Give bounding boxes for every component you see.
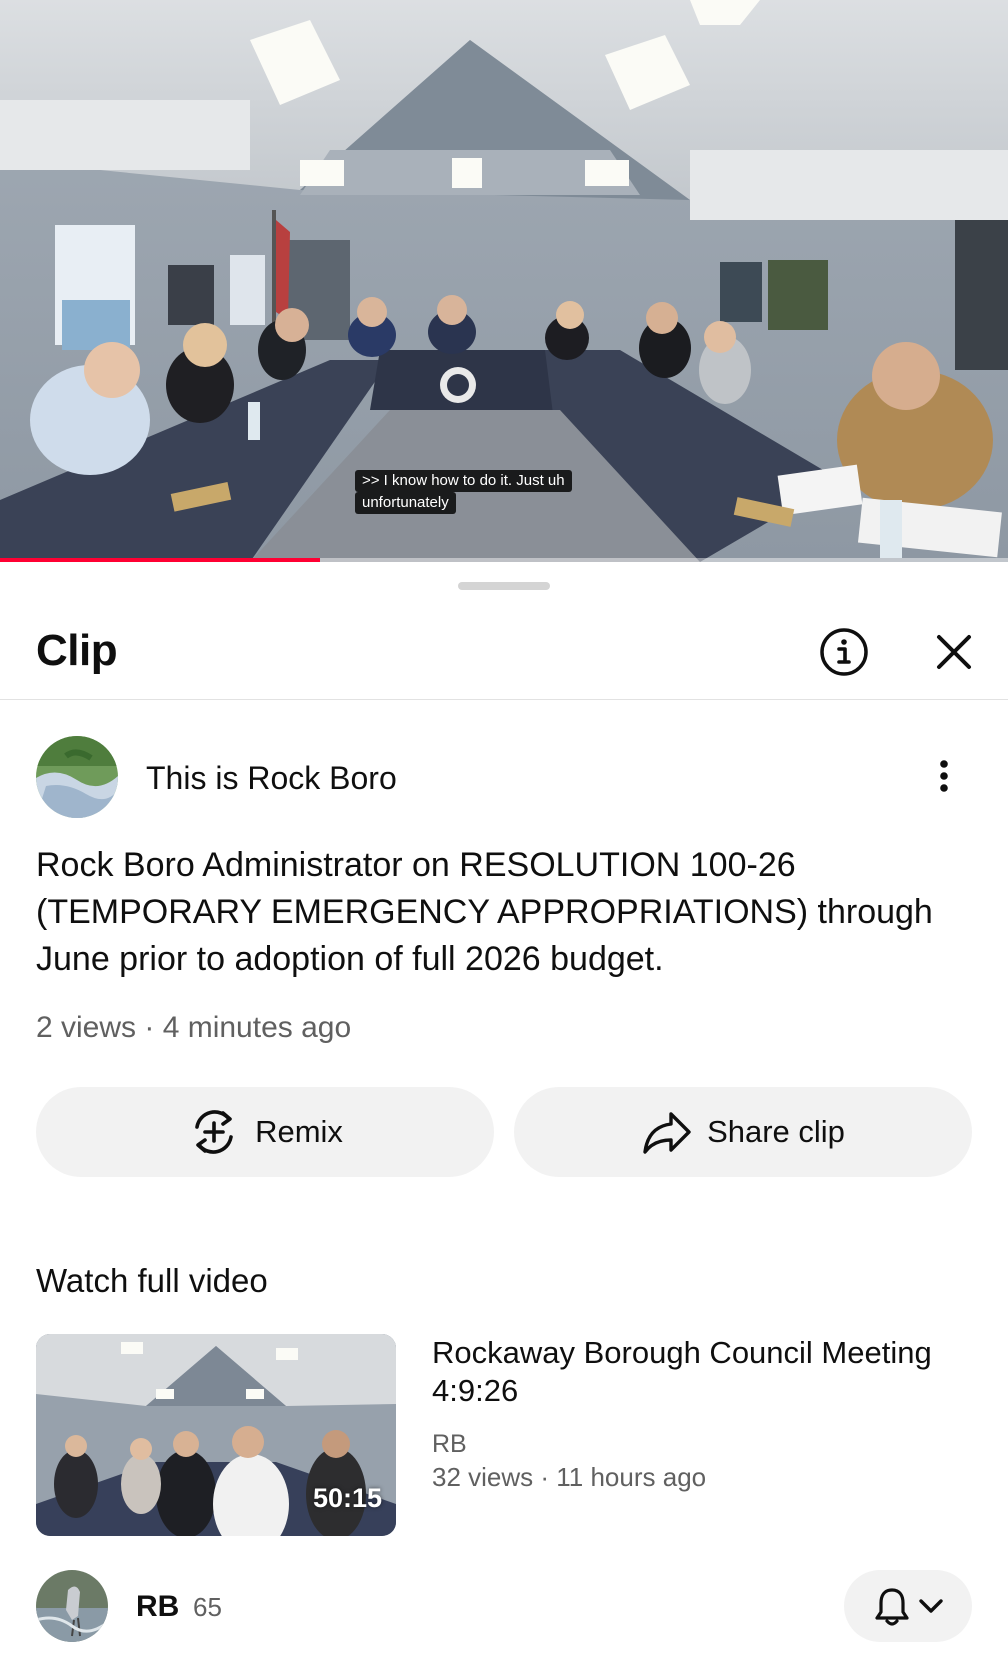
channel-avatar[interactable] bbox=[36, 736, 118, 818]
chevron-down-icon bbox=[919, 1599, 943, 1613]
share-icon bbox=[643, 1112, 691, 1154]
full-video-title[interactable]: Rockaway Borough Council Meeting 4:9:26 bbox=[432, 1334, 972, 1410]
subscriber-count: 65 bbox=[193, 1592, 222, 1622]
share-clip-button[interactable]: Share clip bbox=[514, 1087, 972, 1177]
remix-button[interactable]: Remix bbox=[36, 1087, 494, 1177]
share-clip-label: Share clip bbox=[707, 1114, 845, 1149]
video-thumbnail[interactable]: 50:15 bbox=[36, 1334, 396, 1536]
subscription-row: RB 65 bbox=[36, 1570, 972, 1646]
closed-caption: >> I know how to do it. Just uh unfortun… bbox=[355, 470, 572, 514]
caption-line-1: >> I know how to do it. Just uh bbox=[355, 470, 572, 492]
full-video-channel: RB bbox=[432, 1430, 467, 1458]
watch-full-video-label: Watch full video bbox=[36, 1262, 268, 1299]
full-video-meta: 32 views · 11 hours ago bbox=[432, 1462, 707, 1492]
bell-icon bbox=[875, 1588, 909, 1626]
rb-channel-avatar[interactable] bbox=[36, 1570, 108, 1642]
remix-icon bbox=[195, 1110, 233, 1154]
channel-name[interactable]: This is Rock Boro bbox=[146, 760, 397, 797]
clip-meta: 2 views · 4 minutes ago bbox=[36, 1011, 352, 1044]
channel-row[interactable]: This is Rock Boro bbox=[36, 736, 972, 818]
subscription-channel-name[interactable]: RB bbox=[136, 1590, 179, 1624]
video-player[interactable]: >> I know how to do it. Just uh unfortun… bbox=[0, 0, 1008, 562]
clip-bottom-sheet: Clip This is Rock Boro Rock Boro Adminis… bbox=[0, 562, 1008, 1680]
sheet-title: Clip bbox=[36, 626, 118, 675]
clip-title: Rock Boro Administrator on RESOLUTION 10… bbox=[36, 846, 933, 978]
more-vertical-icon[interactable] bbox=[922, 754, 966, 798]
close-icon[interactable] bbox=[926, 624, 982, 680]
sheet-header: Clip bbox=[0, 604, 1008, 700]
video-duration: 50:15 bbox=[312, 1483, 382, 1513]
notification-bell-button[interactable] bbox=[844, 1570, 972, 1642]
caption-line-2: unfortunately bbox=[355, 492, 456, 514]
drag-handle[interactable] bbox=[458, 582, 550, 590]
remix-label: Remix bbox=[255, 1114, 343, 1149]
full-video-card[interactable]: 50:15 Rockaway Borough Council Meeting 4… bbox=[36, 1334, 972, 1536]
info-icon[interactable] bbox=[816, 624, 872, 680]
